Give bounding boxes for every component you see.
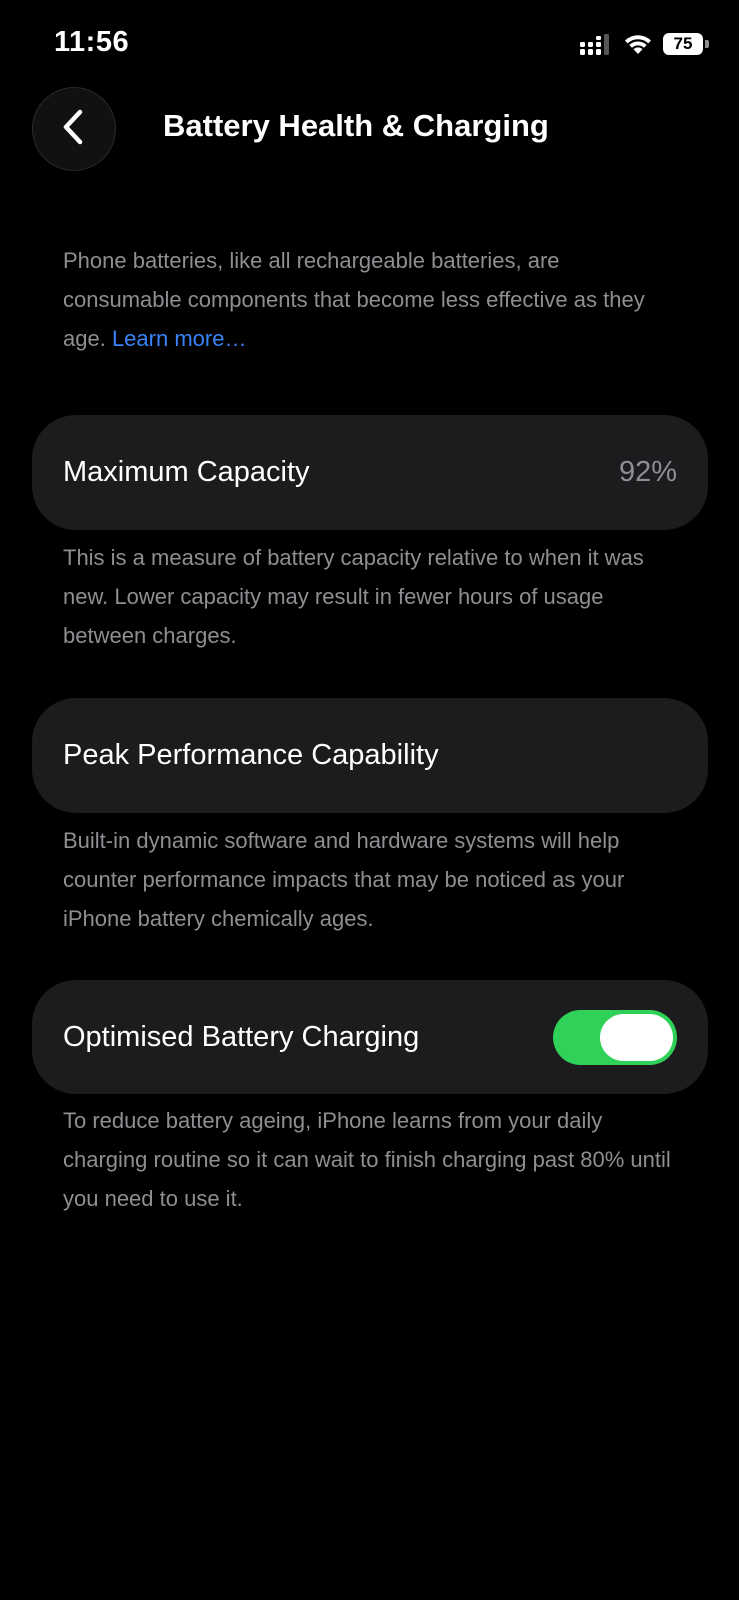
battery-cap	[705, 40, 709, 48]
optimised-charging-footnote: To reduce battery ageing, iPhone learns …	[63, 1108, 671, 1211]
intro-text: Phone batteries, like all rechargeable b…	[63, 241, 678, 358]
wifi-icon	[623, 33, 653, 55]
battery-level: 75	[673, 34, 693, 53]
peak-performance-row[interactable]: Peak Performance Capability	[32, 698, 708, 813]
maximum-capacity-value: 92%	[618, 456, 677, 488]
toggle-knob	[600, 1013, 673, 1061]
status-time: 11:56	[54, 26, 130, 58]
optimised-charging-row: Optimised Battery Charging	[32, 980, 708, 1094]
page-title: Battery Health & Charging	[163, 108, 549, 143]
battery-icon: 75	[663, 33, 709, 55]
optimised-charging-toggle[interactable]	[553, 1009, 677, 1065]
battery-body: 75	[663, 33, 703, 55]
maximum-capacity-footnote: This is a measure of battery capacity re…	[63, 545, 644, 648]
chevron-left-icon	[59, 109, 89, 150]
signal-icon	[579, 32, 613, 56]
status-bar: 11:56 75	[0, 0, 739, 90]
learn-more-link[interactable]: Learn more…	[112, 326, 247, 351]
peak-performance-label: Peak Performance Capability	[63, 739, 439, 771]
peak-performance-footnote: Built-in dynamic software and hardware s…	[63, 828, 625, 931]
maximum-capacity-label: Maximum Capacity	[63, 456, 310, 488]
maximum-capacity-row: Maximum Capacity 92%	[32, 415, 708, 530]
back-button[interactable]	[32, 87, 116, 171]
optimised-charging-label: Optimised Battery Charging	[63, 1020, 420, 1053]
status-icons: 75	[579, 32, 709, 56]
